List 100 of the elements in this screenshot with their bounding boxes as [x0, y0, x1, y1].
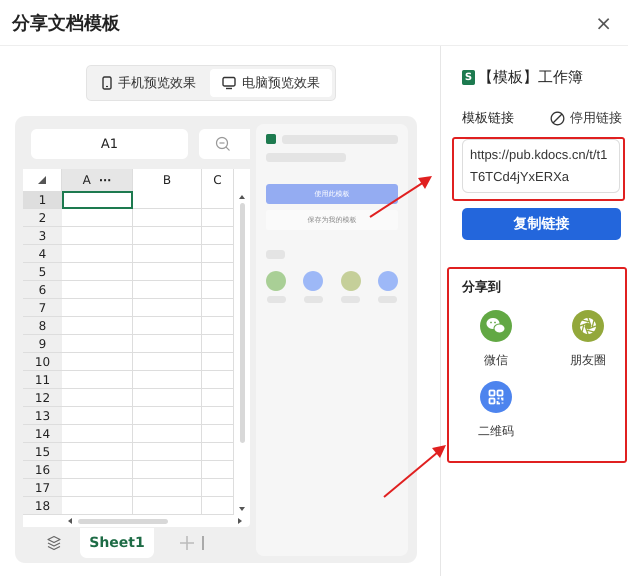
add-icon[interactable]	[180, 536, 194, 550]
table-cell[interactable]	[62, 497, 133, 515]
table-cell[interactable]	[202, 353, 234, 371]
table-cell[interactable]	[62, 353, 133, 371]
table-cell[interactable]	[62, 425, 133, 443]
row-header[interactable]: 12	[23, 389, 62, 407]
table-cell[interactable]	[133, 389, 202, 407]
more-icon[interactable]: ···	[98, 174, 112, 186]
table-cell[interactable]	[62, 335, 133, 353]
sheet-tab[interactable]: Sheet1	[80, 528, 154, 558]
selected-cell[interactable]	[62, 191, 133, 209]
table-cell[interactable]	[133, 479, 202, 497]
table-cell[interactable]	[62, 245, 133, 263]
copy-link-button[interactable]: 复制链接	[462, 208, 621, 240]
row-header[interactable]: 16	[23, 461, 62, 479]
monitor-icon	[222, 76, 236, 90]
table-cell[interactable]	[62, 281, 133, 299]
table-cell[interactable]	[202, 317, 234, 335]
table-cell[interactable]	[202, 479, 234, 497]
table-cell[interactable]	[202, 191, 234, 209]
table-cell[interactable]	[202, 209, 234, 227]
table-cell[interactable]	[202, 461, 234, 479]
link-field[interactable]: https://pub.kdocs.cn/t/t1T6TCd4jYxERXa	[462, 139, 620, 193]
layers-icon[interactable]	[46, 535, 62, 551]
row-header[interactable]: 6	[23, 281, 62, 299]
share-option[interactable]: 微信	[466, 310, 526, 369]
row-header[interactable]: 3	[23, 227, 62, 245]
table-cell[interactable]	[62, 407, 133, 425]
disable-link-button[interactable]: 停用链接	[550, 109, 622, 127]
table-cell[interactable]	[202, 281, 234, 299]
table-cell[interactable]	[133, 227, 202, 245]
table-cell[interactable]	[62, 299, 133, 317]
close-button[interactable]: ×	[593, 10, 614, 34]
row-header[interactable]: 7	[23, 299, 62, 317]
column-header[interactable]: B	[162, 173, 172, 187]
table-cell[interactable]	[62, 443, 133, 461]
row-header[interactable]: 13	[23, 407, 62, 425]
table-cell[interactable]	[133, 317, 202, 335]
row-header[interactable]: 2	[23, 209, 62, 227]
row-header[interactable]: 10	[23, 353, 62, 371]
scroll-up-icon[interactable]	[239, 195, 245, 199]
table-cell[interactable]	[202, 335, 234, 353]
table-cell[interactable]	[133, 281, 202, 299]
table-cell[interactable]	[62, 317, 133, 335]
table-cell[interactable]	[133, 443, 202, 461]
table-cell[interactable]	[62, 263, 133, 281]
table-cell[interactable]	[133, 371, 202, 389]
view-tab[interactable]: 电脑预览效果	[210, 69, 332, 97]
table-cell[interactable]	[133, 407, 202, 425]
divider-bar	[202, 536, 204, 550]
share-option[interactable]: 朋友圈	[558, 310, 618, 369]
table-cell[interactable]	[202, 245, 234, 263]
annotation-arrow	[383, 445, 446, 498]
table-cell[interactable]	[62, 209, 133, 227]
column-header[interactable]: C	[213, 173, 222, 187]
table-cell[interactable]	[202, 389, 234, 407]
table-cell[interactable]	[133, 299, 202, 317]
vertical-scrollbar[interactable]	[240, 203, 244, 443]
table-cell[interactable]	[133, 335, 202, 353]
scroll-right-icon[interactable]	[238, 518, 242, 524]
table-cell[interactable]	[133, 425, 202, 443]
table-cell[interactable]	[202, 443, 234, 461]
table-cell[interactable]	[133, 353, 202, 371]
table-cell[interactable]	[133, 209, 202, 227]
table-cell[interactable]	[133, 245, 202, 263]
row-header[interactable]: 18	[23, 497, 62, 515]
row-header[interactable]: 15	[23, 443, 62, 461]
scroll-left-icon[interactable]	[68, 518, 72, 524]
table-cell[interactable]	[133, 263, 202, 281]
table-cell[interactable]	[62, 371, 133, 389]
row-header[interactable]: 1	[23, 191, 62, 209]
share-option[interactable]: 二维码	[466, 381, 526, 440]
name-box[interactable]: A1	[31, 129, 188, 159]
table-cell[interactable]	[202, 227, 234, 245]
table-cell[interactable]	[202, 371, 234, 389]
table-cell[interactable]	[133, 191, 202, 209]
table-cell[interactable]	[202, 425, 234, 443]
table-cell[interactable]	[62, 479, 133, 497]
table-cell[interactable]	[133, 461, 202, 479]
table-cell[interactable]	[62, 227, 133, 245]
row-header[interactable]: 8	[23, 317, 62, 335]
row-header[interactable]: 11	[23, 371, 62, 389]
row-header[interactable]: 5	[23, 263, 62, 281]
table-cell[interactable]	[202, 263, 234, 281]
column-header[interactable]: A	[82, 173, 91, 187]
table-cell[interactable]	[133, 497, 202, 515]
table-cell[interactable]	[62, 389, 133, 407]
view-tab[interactable]: 手机预览效果	[90, 69, 208, 97]
scroll-down-icon[interactable]	[239, 507, 245, 511]
table-cell[interactable]	[202, 407, 234, 425]
table-cell[interactable]	[202, 497, 234, 515]
document-title: 【模板】工作簿	[478, 68, 583, 87]
row-header[interactable]: 17	[23, 479, 62, 497]
row-header[interactable]: 4	[23, 245, 62, 263]
scrollbar-thumb[interactable]	[78, 518, 168, 524]
row-header[interactable]: 9	[23, 335, 62, 353]
row-header[interactable]: 14	[23, 425, 62, 443]
zoom-box[interactable]	[199, 129, 250, 159]
table-cell[interactable]	[202, 299, 234, 317]
table-cell[interactable]	[62, 461, 133, 479]
